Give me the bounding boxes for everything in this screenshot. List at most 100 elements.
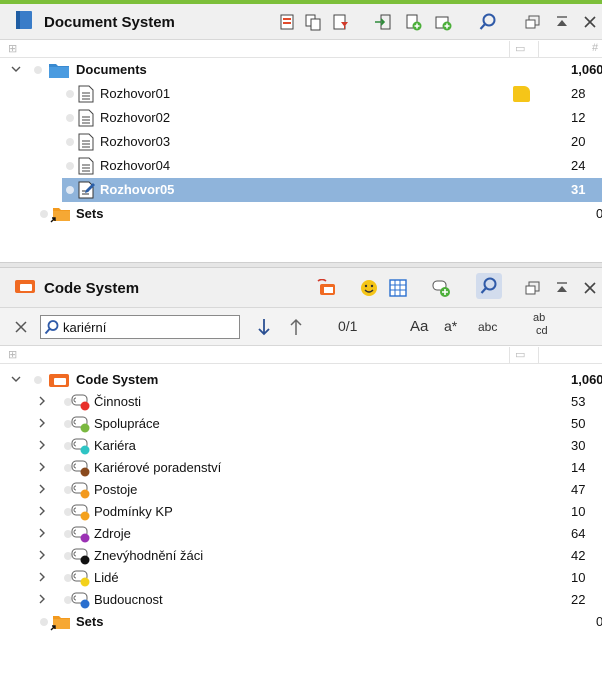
close-icon[interactable] bbox=[580, 278, 600, 298]
code-row[interactable]: Postoje 47 bbox=[0, 479, 602, 501]
search-icon bbox=[44, 319, 60, 335]
chevron-right-icon[interactable] bbox=[36, 416, 48, 430]
undock-icon[interactable] bbox=[523, 12, 543, 32]
code-label: Činnosti bbox=[94, 394, 141, 409]
document-column-header: ⊞ ▭ # bbox=[0, 40, 602, 58]
undock-icon[interactable] bbox=[523, 278, 543, 298]
code-count: 47 bbox=[571, 482, 586, 497]
code-sets-row[interactable]: Sets 0 bbox=[0, 611, 602, 633]
code-row[interactable]: Činnosti 53 bbox=[0, 391, 602, 413]
activate-codes-icon[interactable] bbox=[317, 278, 337, 298]
new-document-icon[interactable] bbox=[403, 12, 423, 32]
chevron-right-icon[interactable] bbox=[36, 570, 48, 584]
document-row[interactable]: Rozhovor02 12 bbox=[0, 106, 602, 130]
documents-root-row[interactable]: Documents 1,060 bbox=[0, 58, 602, 82]
sets-folder-icon bbox=[50, 205, 70, 223]
chevron-right-icon[interactable] bbox=[36, 548, 48, 562]
search-icon[interactable] bbox=[478, 12, 498, 32]
next-match-icon[interactable] bbox=[257, 318, 271, 336]
copy-documents-icon[interactable] bbox=[303, 12, 323, 32]
code-count: 53 bbox=[571, 394, 586, 409]
code-matrix-icon[interactable] bbox=[388, 278, 408, 298]
code-label: Kariéra bbox=[94, 438, 136, 453]
previous-match-icon[interactable] bbox=[289, 318, 303, 336]
document-row[interactable]: Rozhovor03 20 bbox=[0, 130, 602, 154]
code-count: 10 bbox=[571, 570, 586, 585]
hierarchy-icon[interactable]: ⊞ bbox=[8, 42, 17, 55]
retrieve-documents-icon[interactable] bbox=[277, 12, 297, 32]
sets-folder-icon bbox=[50, 613, 70, 631]
memo-column-icon[interactable]: ▭ bbox=[515, 42, 525, 55]
chevron-right-icon[interactable] bbox=[36, 394, 48, 408]
match-counter: 0/1 bbox=[338, 318, 358, 334]
chevron-right-icon[interactable] bbox=[36, 526, 48, 540]
code-row[interactable]: Znevýhodnění žáci 42 bbox=[0, 545, 602, 567]
document-system-panel: Document System ⊞ ▭ # Documents 1,060 Ro… bbox=[0, 0, 602, 262]
code-label: Zdroje bbox=[94, 526, 131, 541]
document-icon bbox=[78, 85, 98, 103]
close-icon[interactable] bbox=[580, 12, 600, 32]
document-row-selected[interactable]: Rozhovor05 31 bbox=[0, 178, 602, 202]
match-case-toggle[interactable]: Aa bbox=[410, 318, 428, 335]
code-count: 50 bbox=[571, 416, 586, 431]
code-row[interactable]: Lidé 10 bbox=[0, 567, 602, 589]
code-label: Kariérové poradenství bbox=[94, 460, 222, 475]
document-system-title: Document System bbox=[14, 4, 175, 40]
filter-documents-icon[interactable] bbox=[331, 12, 351, 32]
code-system-header: Code System bbox=[0, 268, 602, 308]
document-sets-row[interactable]: Sets 0 bbox=[0, 202, 602, 226]
code-row[interactable]: Podmínky KP 10 bbox=[0, 501, 602, 523]
memo-icon[interactable] bbox=[513, 86, 530, 102]
replace-toggle[interactable]: ab cd bbox=[530, 313, 558, 341]
search-field[interactable] bbox=[40, 315, 240, 339]
chevron-right-icon[interactable] bbox=[36, 592, 48, 606]
code-label: Budoucnost bbox=[94, 592, 163, 607]
code-row[interactable]: Spolupráce 50 bbox=[0, 413, 602, 435]
regex-toggle[interactable]: a* bbox=[444, 318, 457, 334]
chevron-down-icon[interactable] bbox=[10, 372, 22, 386]
document-icon bbox=[78, 157, 98, 175]
code-count: 10 bbox=[571, 504, 586, 519]
code-count: 22 bbox=[571, 592, 586, 607]
emoticode-icon[interactable] bbox=[359, 278, 379, 298]
document-row[interactable]: Rozhovor01 28 bbox=[0, 82, 602, 106]
code-count: 64 bbox=[571, 526, 586, 541]
hierarchy-icon[interactable]: ⊞ bbox=[8, 348, 17, 361]
code-label: Podmínky KP bbox=[94, 504, 173, 519]
code-row[interactable]: Kariéra 30 bbox=[0, 435, 602, 457]
count-column-icon[interactable]: # bbox=[592, 42, 598, 54]
chevron-right-icon[interactable] bbox=[36, 504, 48, 518]
new-document-group-icon[interactable] bbox=[433, 12, 453, 32]
chevron-right-icon[interactable] bbox=[36, 460, 48, 474]
document-icon bbox=[78, 109, 98, 127]
whole-word-toggle[interactable]: abc bbox=[478, 320, 497, 334]
code-row[interactable]: Zdroje 64 bbox=[0, 523, 602, 545]
collapse-panel-icon[interactable] bbox=[552, 12, 572, 32]
chevron-down-icon[interactable] bbox=[10, 62, 22, 76]
code-icon bbox=[70, 459, 90, 477]
memo-column-icon[interactable]: ▭ bbox=[515, 348, 525, 361]
search-input[interactable] bbox=[63, 318, 237, 336]
code-system-panel: Code System kariérní 0/1 Aa a* abc ab cd… bbox=[0, 268, 602, 684]
import-icon[interactable] bbox=[373, 12, 393, 32]
code-icon bbox=[70, 481, 90, 499]
code-icon bbox=[70, 591, 90, 609]
code-system-icon bbox=[48, 371, 69, 389]
code-label: Lidé bbox=[94, 570, 119, 585]
search-icon[interactable] bbox=[476, 273, 502, 299]
chevron-right-icon[interactable] bbox=[36, 438, 48, 452]
document-row[interactable]: Rozhovor04 24 bbox=[0, 154, 602, 178]
code-label: Spolupráce bbox=[94, 416, 160, 431]
collapse-panel-icon[interactable] bbox=[552, 278, 572, 298]
code-search-bar: 0/1 Aa a* abc ab cd bbox=[0, 308, 602, 346]
close-search-icon[interactable] bbox=[14, 320, 28, 334]
code-system-root-row[interactable]: Code System 1,060 bbox=[0, 369, 602, 391]
code-row[interactable]: Kariérové poradenství 14 bbox=[0, 457, 602, 479]
code-row[interactable]: Budoucnost 22 bbox=[0, 589, 602, 611]
code-icon bbox=[70, 437, 90, 455]
code-column-header: ⊞ ▭ bbox=[0, 346, 602, 364]
chevron-right-icon[interactable] bbox=[36, 482, 48, 496]
code-icon bbox=[70, 547, 90, 565]
code-system-icon bbox=[14, 277, 36, 299]
new-code-icon[interactable] bbox=[431, 278, 451, 298]
